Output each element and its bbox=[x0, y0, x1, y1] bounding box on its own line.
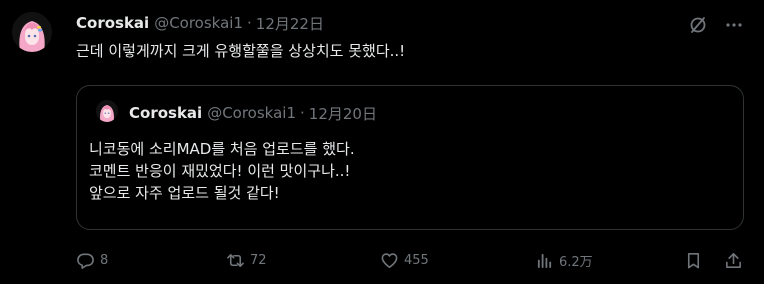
action-bar: 8 72 455 6.2万 bbox=[76, 246, 744, 274]
more-icon[interactable] bbox=[724, 15, 744, 35]
repost-icon bbox=[226, 251, 245, 270]
tweet-date[interactable]: 12月22日 bbox=[256, 13, 324, 34]
quote-text: 니코동에 소리MAD를 처음 업로드를 했다. 코멘트 반응이 재밌었다! 이런… bbox=[89, 138, 355, 204]
quote-text-line: 니코동에 소리MAD를 처음 업로드를 했다. bbox=[89, 140, 355, 158]
separator-dot: · bbox=[247, 14, 252, 32]
quote-separator-dot: · bbox=[300, 104, 305, 122]
like-button[interactable]: 455 bbox=[380, 246, 429, 274]
quote-avatar bbox=[96, 100, 118, 122]
quote-author-handle: @Coroskai1 bbox=[207, 104, 296, 122]
repost-button[interactable]: 72 bbox=[226, 246, 267, 274]
bookmark-button[interactable] bbox=[684, 246, 703, 274]
views-icon bbox=[535, 251, 554, 270]
tweet-text: 근데 이렇게까지 크게 유행할쭐을 상상치도 못했다..! bbox=[76, 42, 406, 60]
repost-count: 72 bbox=[250, 252, 267, 268]
heart-icon bbox=[380, 251, 399, 270]
reply-button[interactable]: 8 bbox=[76, 246, 108, 274]
quote-header: Coroskai @Coroskai1 · 12月20日 bbox=[129, 102, 377, 124]
bookmark-icon bbox=[684, 251, 703, 270]
quote-avatar-image bbox=[96, 100, 118, 122]
reply-count: 8 bbox=[100, 252, 109, 268]
author-name[interactable]: Coroskai bbox=[76, 14, 149, 32]
views-button[interactable]: 6.2万 bbox=[535, 246, 593, 274]
quote-author-name: Coroskai bbox=[129, 104, 203, 122]
quote-text-line: 코멘트 반응이 재밌었다! 이런 맛이구나..! bbox=[89, 162, 351, 180]
quote-date: 12月20日 bbox=[308, 104, 377, 123]
avatar-image bbox=[12, 12, 52, 52]
share-icon bbox=[724, 251, 743, 270]
tweet-header: Coroskai @Coroskai1 · 12月22日 bbox=[76, 12, 324, 34]
share-button[interactable] bbox=[724, 246, 743, 274]
quoted-tweet[interactable]: Coroskai @Coroskai1 · 12月20日 니코동에 소리MAD를… bbox=[76, 85, 744, 230]
views-count: 6.2万 bbox=[559, 254, 593, 270]
quote-text-line: 앞으로 자주 업로드 될것 같다! bbox=[89, 184, 280, 202]
avatar[interactable] bbox=[12, 12, 52, 52]
grok-icon[interactable] bbox=[688, 15, 708, 35]
author-handle[interactable]: @Coroskai1 bbox=[154, 14, 243, 32]
like-count: 455 bbox=[404, 252, 429, 268]
reply-icon bbox=[76, 251, 95, 270]
tweet-card[interactable]: Coroskai @Coroskai1 · 12月22日 근데 이렇게까지 크게… bbox=[0, 0, 764, 284]
